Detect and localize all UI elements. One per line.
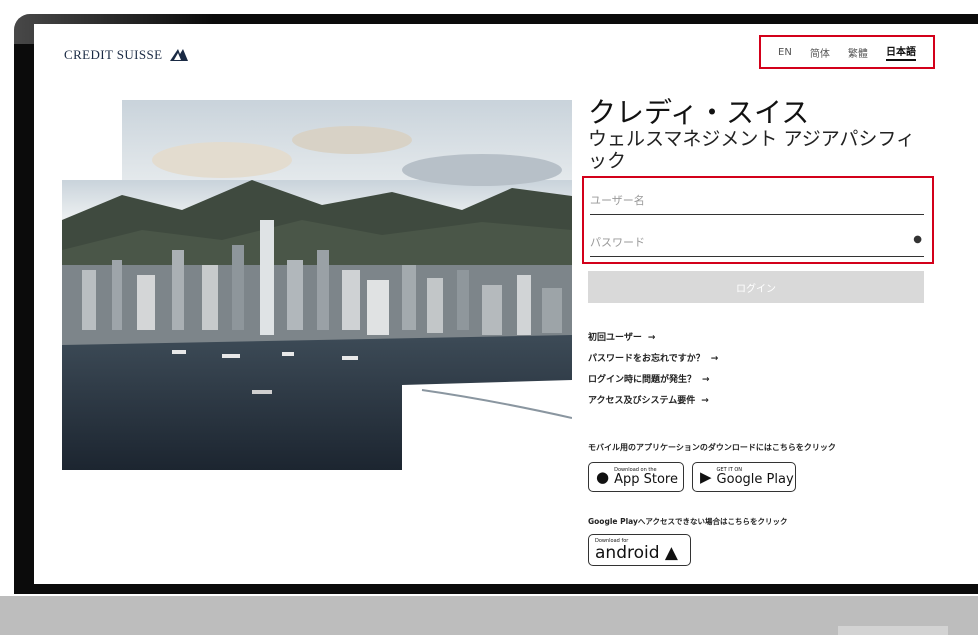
- credit-suisse-logo[interactable]: CREDIT SUISSE: [64, 47, 189, 63]
- page-title: クレディ・スイス ウェルスマネジメント アジアパシフィック: [588, 96, 928, 173]
- apple-icon: ●: [596, 468, 610, 486]
- username-field[interactable]: ユーザー名: [590, 192, 924, 215]
- brand-name: CREDIT SUISSE: [64, 47, 163, 62]
- eye-icon[interactable]: ●: [913, 234, 922, 245]
- google-play-unavailable-note: Google Playへアクセスできない場合はこちらをクリック: [588, 517, 788, 526]
- mobile-download-prompt: モバイル用のアプリケーションのダウンロードにはこちらをクリック: [588, 443, 836, 452]
- arrow-right-icon: →: [647, 333, 656, 343]
- link-forgot-password[interactable]: パスワードをお忘れですか？ →: [588, 351, 718, 372]
- monitor-stand-base: [0, 596, 978, 635]
- lang-ja[interactable]: 日本語: [885, 43, 916, 61]
- lang-zh-hant[interactable]: 繁體: [848, 45, 868, 60]
- google-play-badge[interactable]: ▶ GET IT ON Google Play: [692, 462, 796, 492]
- arrow-right-icon: →: [702, 375, 710, 385]
- android-download-badge[interactable]: Download for android ▲: [588, 534, 691, 566]
- password-placeholder: パスワード: [590, 236, 645, 249]
- sails-logo-icon: [169, 49, 188, 61]
- link-system-requirements[interactable]: アクセス及びシステム要件 →: [588, 393, 718, 414]
- language-selector: EN 简体 繁體 日本語: [759, 35, 935, 69]
- lang-en[interactable]: EN: [778, 47, 792, 58]
- login-screen: CREDIT SUISSE EN 简体 繁體 日本語 クレディ・スイス ウェルス…: [34, 24, 978, 584]
- android-icon: ▲: [664, 543, 678, 563]
- arrow-right-icon: →: [710, 354, 719, 364]
- username-placeholder: ユーザー名: [590, 194, 645, 207]
- base-shadow: [838, 626, 948, 635]
- help-links: 初回ユーザー → パスワードをお忘れですか？ → ログイン時に問題が発生？ → アクセ…: [588, 330, 718, 414]
- link-login-trouble[interactable]: ログイン時に問題が発生？ →: [588, 372, 718, 393]
- credentials-box: ユーザー名 パスワード ●: [582, 176, 934, 264]
- title-line1: クレディ・スイス: [588, 96, 810, 129]
- link-first-time-user[interactable]: 初回ユーザー →: [588, 330, 718, 351]
- hong-kong-skyline-image: [62, 100, 572, 470]
- google-play-icon: ▶: [700, 468, 712, 486]
- login-button[interactable]: ログイン: [588, 271, 924, 303]
- arrow-right-icon: →: [701, 396, 709, 406]
- lang-zh-hans[interactable]: 简体: [810, 45, 830, 60]
- title-line2: ウェルスマネジメント アジアパシフィック: [588, 128, 915, 172]
- password-field[interactable]: パスワード ●: [590, 234, 924, 257]
- app-store-badge[interactable]: ● Download on the App Store: [588, 462, 684, 492]
